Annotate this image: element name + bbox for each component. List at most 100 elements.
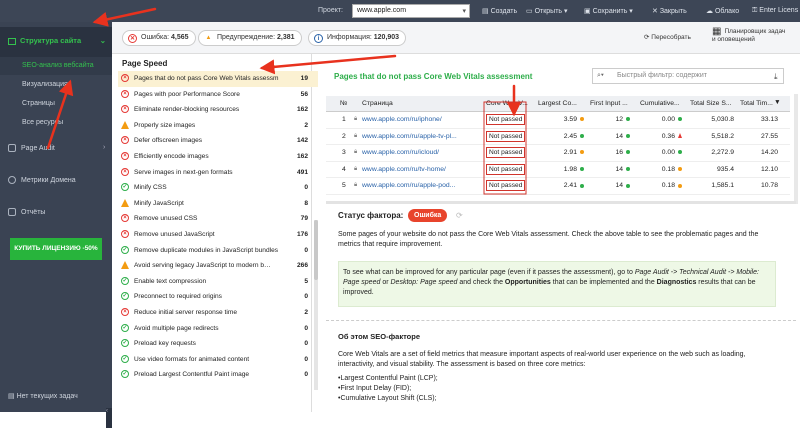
- total-size: 5,518.2: [711, 132, 734, 140]
- column-header[interactable]: Cumulative...: [640, 100, 680, 107]
- sidebar-subitem-visualization[interactable]: Визуализация: [0, 81, 112, 88]
- chevron-right-icon: ›: [103, 144, 106, 151]
- check-icon: ✓: [121, 323, 129, 332]
- table-row[interactable]: 2 🔒︎ www.apple.com/ru/apple-tv-pl... Not pa…: [326, 129, 790, 146]
- column-header[interactable]: №: [340, 100, 347, 107]
- status-dot: [580, 183, 584, 188]
- page-url[interactable]: www.apple.com/ru/apple-tv-pl...: [362, 133, 457, 140]
- issue-list-item[interactable]: Avoid serving legacy JavaScript to moder…: [118, 258, 318, 274]
- page-url[interactable]: www.apple.com/ru/tv-home/: [362, 166, 446, 173]
- issue-list-item[interactable]: × Remove unused JavaScript 176: [118, 227, 318, 243]
- issue-count: 79: [300, 215, 308, 223]
- column-header[interactable]: Total Size S...: [690, 100, 732, 107]
- total-size: 5,030.8: [711, 116, 734, 123]
- issue-list-item[interactable]: Properly size images 2: [118, 118, 318, 134]
- warning-icon: [121, 261, 129, 270]
- issue-label: Minify JavaScript: [134, 199, 184, 207]
- enter-license-button[interactable]: ⚿ Enter Licens: [752, 7, 798, 15]
- close-icon: ✕: [652, 8, 660, 15]
- cloud-button[interactable]: ☁ Облако: [706, 7, 739, 15]
- panel-splitter[interactable]: [326, 201, 796, 204]
- quick-filter-input[interactable]: ⌕▾ Быстрый фильтр: содержит: [592, 68, 784, 84]
- fid-value: 12: [590, 116, 630, 123]
- issue-label: Eliminate render-blocking resources: [134, 106, 240, 114]
- issue-list-item[interactable]: ✓ Preload Largest Contentful Paint image 0: [118, 367, 318, 383]
- about-text: Core Web Vitals are a set of field metri…: [338, 351, 746, 402]
- save-button[interactable]: ▣ Сохранить ▾: [584, 7, 633, 15]
- issue-list-item[interactable]: × Defer offscreen images 142: [118, 133, 318, 149]
- chevron-down-icon: ▾: [462, 8, 466, 15]
- issue-list-item[interactable]: × Serve images in next-gen formats 491: [118, 165, 318, 181]
- export-icon[interactable]: ⤓: [774, 72, 778, 82]
- issue-count: 162: [296, 106, 308, 114]
- status-dot: [626, 150, 630, 155]
- row-number: 5: [342, 182, 346, 190]
- errors-filter[interactable]: ✕ Ошибка: 4,565: [122, 30, 196, 46]
- warnings-filter[interactable]: ▲ Предупреждение: 2,381: [198, 30, 302, 46]
- column-header[interactable]: Total Tim...: [740, 100, 773, 107]
- issue-list-item[interactable]: ✓ Remove duplicate modules in JavaScript …: [118, 243, 318, 259]
- sidebar-item-page-audit[interactable]: Page Audit: [8, 144, 55, 152]
- column-header[interactable]: First Input ...: [590, 100, 628, 107]
- sidebar-subitem-seo-analysis[interactable]: SEO-анализ вебсайта: [0, 57, 112, 75]
- improvement-tip: To see what can be improved for any part…: [338, 261, 776, 307]
- close-button[interactable]: ✕ Закрыть: [652, 7, 687, 15]
- page-url[interactable]: www.apple.com/ru/iphone/: [362, 116, 442, 123]
- rebuild-button[interactable]: ⟳ Пересобрать: [644, 33, 691, 41]
- table-row[interactable]: 3 🔒︎ www.apple.com/ru/icloud/Not passed 2.9…: [326, 145, 790, 162]
- issue-list-item[interactable]: ✓ Use video formats for animated content 0: [118, 352, 318, 368]
- table-scrollbar[interactable]: [794, 94, 798, 204]
- issue-list-item[interactable]: ✓ Avoid multiple page redirects 0: [118, 321, 318, 337]
- open-button[interactable]: ▭ Открыть ▾: [526, 7, 568, 15]
- error-icon: ×: [121, 89, 129, 98]
- issue-list-item[interactable]: × Efficiently encode images 162: [118, 149, 318, 165]
- error-icon: ✕: [128, 34, 137, 43]
- error-icon: ×: [121, 74, 129, 82]
- report-title: Pages that do not pass Core Web Vitals a…: [334, 72, 533, 81]
- lcp-value: 2.45: [544, 133, 584, 140]
- buy-license-button[interactable]: КУПИТЬ ЛИЦЕНЗИЮ -50%: [10, 238, 102, 260]
- issue-list-item[interactable]: × Pages that do not pass Core Web Vitals …: [118, 71, 318, 87]
- issue-list-item[interactable]: ✓ Enable text compression 5: [118, 274, 318, 290]
- calendar-icon: ▦: [712, 26, 722, 37]
- create-button[interactable]: ▤ Создать: [482, 7, 517, 15]
- total-size: 935.4: [716, 165, 734, 173]
- table-row[interactable]: 1 🔒︎ www.apple.com/ru/iphone/Not passed 3.5…: [326, 112, 790, 129]
- scheduler-button[interactable]: ▦ Планировщик задач и оповещений: [712, 26, 785, 44]
- issue-count: 0: [304, 355, 308, 363]
- sidebar-subitem-all-resources[interactable]: Все ресурсы: [0, 119, 112, 126]
- refresh-icon[interactable]: ⟳: [456, 211, 463, 220]
- sidebar-item-domain-metrics[interactable]: Метрики Домена: [8, 176, 76, 184]
- issues-list: × Pages that do not pass Core Web Vitals …: [118, 71, 318, 383]
- issue-list-item[interactable]: ✓ Minify CSS 0: [118, 180, 318, 196]
- check-icon: ✓: [121, 183, 129, 192]
- issue-list-item[interactable]: ✓ Preconnect to required origins 0: [118, 289, 318, 305]
- table-row[interactable]: 5 🔒︎ www.apple.com/ru/apple-pod... Not pass…: [326, 178, 790, 195]
- issue-label: Reduce initial server response time: [134, 308, 237, 316]
- sort-desc-icon[interactable]: ▼: [774, 99, 781, 106]
- column-header[interactable]: Страница: [362, 100, 393, 107]
- lcp-value: 1.98: [544, 166, 584, 173]
- issue-list-item[interactable]: × Remove unused CSS 79: [118, 211, 318, 227]
- issue-list-item[interactable]: Minify JavaScript 8: [118, 196, 318, 212]
- issue-list-item[interactable]: × Reduce initial server response time 2: [118, 305, 318, 321]
- factor-description: Some pages of your website do not pass t…: [338, 231, 759, 248]
- lcp-value: 2.41: [544, 182, 584, 189]
- sidebar-subitem-pages[interactable]: Страницы: [0, 100, 112, 107]
- error-icon: ×: [121, 151, 129, 160]
- column-header[interactable]: Largest Co...: [538, 100, 577, 107]
- project-select[interactable]: www.apple.com ▾: [352, 4, 470, 18]
- sidebar-item-site-structure[interactable]: Структура сайта ⌄: [0, 27, 112, 57]
- issue-list-item[interactable]: ✓ Preload key requests 0: [118, 336, 318, 352]
- issue-list-item[interactable]: × Eliminate render-blocking resources 162: [118, 102, 318, 118]
- issues-scrollbar[interactable]: [314, 220, 318, 390]
- column-header[interactable]: Core Web V...: [486, 100, 528, 107]
- info-filter[interactable]: i Информация: 120,903: [308, 30, 407, 46]
- table-header: № Страница Core Web V... Largest Co... F…: [326, 96, 790, 112]
- issue-count: 0: [304, 246, 308, 254]
- table-row[interactable]: 4 🔒︎ www.apple.com/ru/tv-home/Not passed 1.…: [326, 162, 790, 179]
- issue-list-item[interactable]: × Pages with poor Performance Score 56: [118, 87, 318, 103]
- sidebar-item-reports[interactable]: Отчёты: [8, 208, 45, 216]
- page-url[interactable]: www.apple.com/ru/apple-pod...: [362, 182, 455, 189]
- page-url[interactable]: www.apple.com/ru/icloud/: [362, 149, 439, 156]
